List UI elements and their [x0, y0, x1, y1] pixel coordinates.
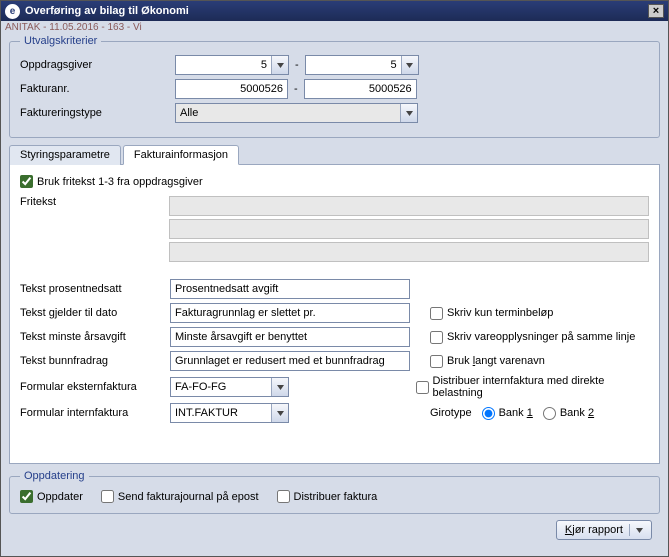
tekst-minste-label: Tekst minste årsavgift	[20, 331, 170, 343]
skriv-vareopplysninger-label: Skriv vareopplysninger på samme linje	[447, 331, 635, 343]
close-button[interactable]: ×	[648, 4, 664, 18]
bruk-langt-varenavn-checkbox[interactable]: Bruk langt varenavn	[430, 355, 545, 368]
send-fakturajournal-checkbox[interactable]: Send fakturajournal på epost	[101, 490, 259, 503]
tekst-minste-input[interactable]	[170, 327, 410, 347]
window-title: Overføring av bilag til Økonomi	[25, 5, 648, 17]
tekst-prosentnedsatt-input[interactable]	[170, 279, 410, 299]
girotype-bank1-input[interactable]	[482, 407, 495, 420]
chevron-down-icon[interactable]	[400, 104, 417, 122]
fakturanr-label: Fakturanr.	[20, 83, 175, 95]
fritekst-label: Fritekst	[20, 196, 169, 208]
oppdatering-group: Oppdatering Oppdater Send fakturajournal…	[9, 470, 660, 514]
distribuer-faktura-input[interactable]	[277, 490, 290, 503]
distribuer-faktura-checkbox[interactable]: Distribuer faktura	[277, 490, 378, 503]
formular-ekstern-select[interactable]	[170, 377, 289, 397]
distribuer-faktura-label: Distribuer faktura	[294, 491, 378, 503]
oppdragsgiver-from-input[interactable]	[176, 56, 271, 74]
distribuer-internfaktura-input[interactable]	[416, 381, 429, 394]
tekst-bunnfradrag-input[interactable]	[170, 351, 410, 371]
titlebar: e Overføring av bilag til Økonomi ×	[1, 1, 668, 21]
utvalgskriterier-legend: Utvalgskriterier	[20, 35, 101, 47]
formular-ekstern-value[interactable]	[171, 378, 271, 396]
formular-intern-value[interactable]	[171, 404, 271, 422]
skriv-vareopplysninger-input[interactable]	[430, 331, 443, 344]
tab-panel-fakturainformasjon: Bruk fritekst 1-3 fra oppdragsgiver Frit…	[9, 164, 660, 464]
faktureringstype-select[interactable]	[175, 103, 418, 123]
bruk-fritekst-checkbox[interactable]: Bruk fritekst 1-3 fra oppdragsgiver	[20, 175, 649, 188]
skriv-vareopplysninger-checkbox[interactable]: Skriv vareopplysninger på samme linje	[430, 331, 635, 344]
fritekst-2-input[interactable]	[169, 219, 649, 239]
distribuer-internfaktura-label: Distribuer internfaktura med direkte bel…	[433, 375, 649, 399]
fakturanr-from-input[interactable]	[175, 79, 288, 99]
skriv-terminbelop-input[interactable]	[430, 307, 443, 320]
girotype-bank1-radio[interactable]: Bank 1	[482, 407, 533, 420]
chevron-down-icon[interactable]	[401, 56, 418, 74]
oppdragsgiver-label: Oppdragsgiver	[20, 59, 175, 71]
fakturanr-to-input[interactable]	[304, 79, 417, 99]
faktureringstype-label: Faktureringstype	[20, 107, 175, 119]
tekst-prosentnedsatt-label: Tekst prosentnedsatt	[20, 283, 170, 295]
send-fakturajournal-label: Send fakturajournal på epost	[118, 491, 259, 503]
oppdatering-legend: Oppdatering	[20, 470, 89, 482]
oppdater-label: Oppdater	[37, 491, 83, 503]
tab-styringsparametre[interactable]: Styringsparametre	[9, 145, 121, 165]
tab-fakturainformasjon[interactable]: Fakturainformasjon	[123, 145, 239, 165]
girotype-bank1-label: Bank 1	[499, 407, 533, 419]
girotype-bank2-label: Bank 2	[560, 407, 594, 419]
skriv-terminbelop-label: Skriv kun terminbeløp	[447, 307, 553, 319]
chevron-down-icon[interactable]	[271, 56, 288, 74]
girotype-bank2-radio[interactable]: Bank 2	[543, 407, 594, 420]
oppdater-checkbox[interactable]: Oppdater	[20, 490, 83, 503]
oppdragsgiver-to-input[interactable]	[306, 56, 401, 74]
chevron-down-icon[interactable]	[271, 404, 288, 422]
run-report-button[interactable]: Kjør rapport	[556, 520, 652, 540]
app-window: e Overføring av bilag til Økonomi × ANIT…	[0, 0, 669, 557]
chevron-down-icon[interactable]	[629, 524, 643, 536]
bruk-langt-varenavn-label: Bruk langt varenavn	[447, 355, 545, 367]
bruk-fritekst-input[interactable]	[20, 175, 33, 188]
faktureringstype-value[interactable]	[176, 104, 400, 122]
formular-ekstern-label: Formular eksternfaktura	[20, 381, 170, 393]
tekst-gjelder-label: Tekst gjelder til dato	[20, 307, 170, 319]
utvalgskriterier-group: Utvalgskriterier Oppdragsgiver - Faktura…	[9, 35, 660, 138]
send-fakturajournal-input[interactable]	[101, 490, 114, 503]
range-separator: -	[295, 59, 299, 71]
range-separator: -	[294, 83, 298, 95]
oppdragsgiver-to-field[interactable]	[305, 55, 419, 75]
fritekst-1-input[interactable]	[169, 196, 649, 216]
formular-intern-select[interactable]	[170, 403, 289, 423]
chevron-down-icon[interactable]	[271, 378, 288, 396]
girotype-label: Girotype	[430, 407, 472, 419]
tekst-gjelder-input[interactable]	[170, 303, 410, 323]
run-report-label: Kjør rapport	[565, 524, 623, 536]
distribuer-internfaktura-checkbox[interactable]: Distribuer internfaktura med direkte bel…	[416, 375, 649, 399]
window-subtitle: ANITAK - 11.05.2016 - 163 - Vi	[1, 21, 668, 35]
girotype-bank2-input[interactable]	[543, 407, 556, 420]
tab-bar: Styringsparametre Fakturainformasjon	[9, 145, 660, 165]
app-logo-icon: e	[5, 4, 20, 19]
tekst-bunnfradrag-label: Tekst bunnfradrag	[20, 355, 170, 367]
formular-intern-label: Formular internfaktura	[20, 407, 170, 419]
oppdater-input[interactable]	[20, 490, 33, 503]
fritekst-3-input[interactable]	[169, 242, 649, 262]
bruk-langt-varenavn-input[interactable]	[430, 355, 443, 368]
oppdragsgiver-from-field[interactable]	[175, 55, 289, 75]
skriv-terminbelop-checkbox[interactable]: Skriv kun terminbeløp	[430, 307, 553, 320]
bruk-fritekst-label: Bruk fritekst 1-3 fra oppdragsgiver	[37, 176, 203, 188]
